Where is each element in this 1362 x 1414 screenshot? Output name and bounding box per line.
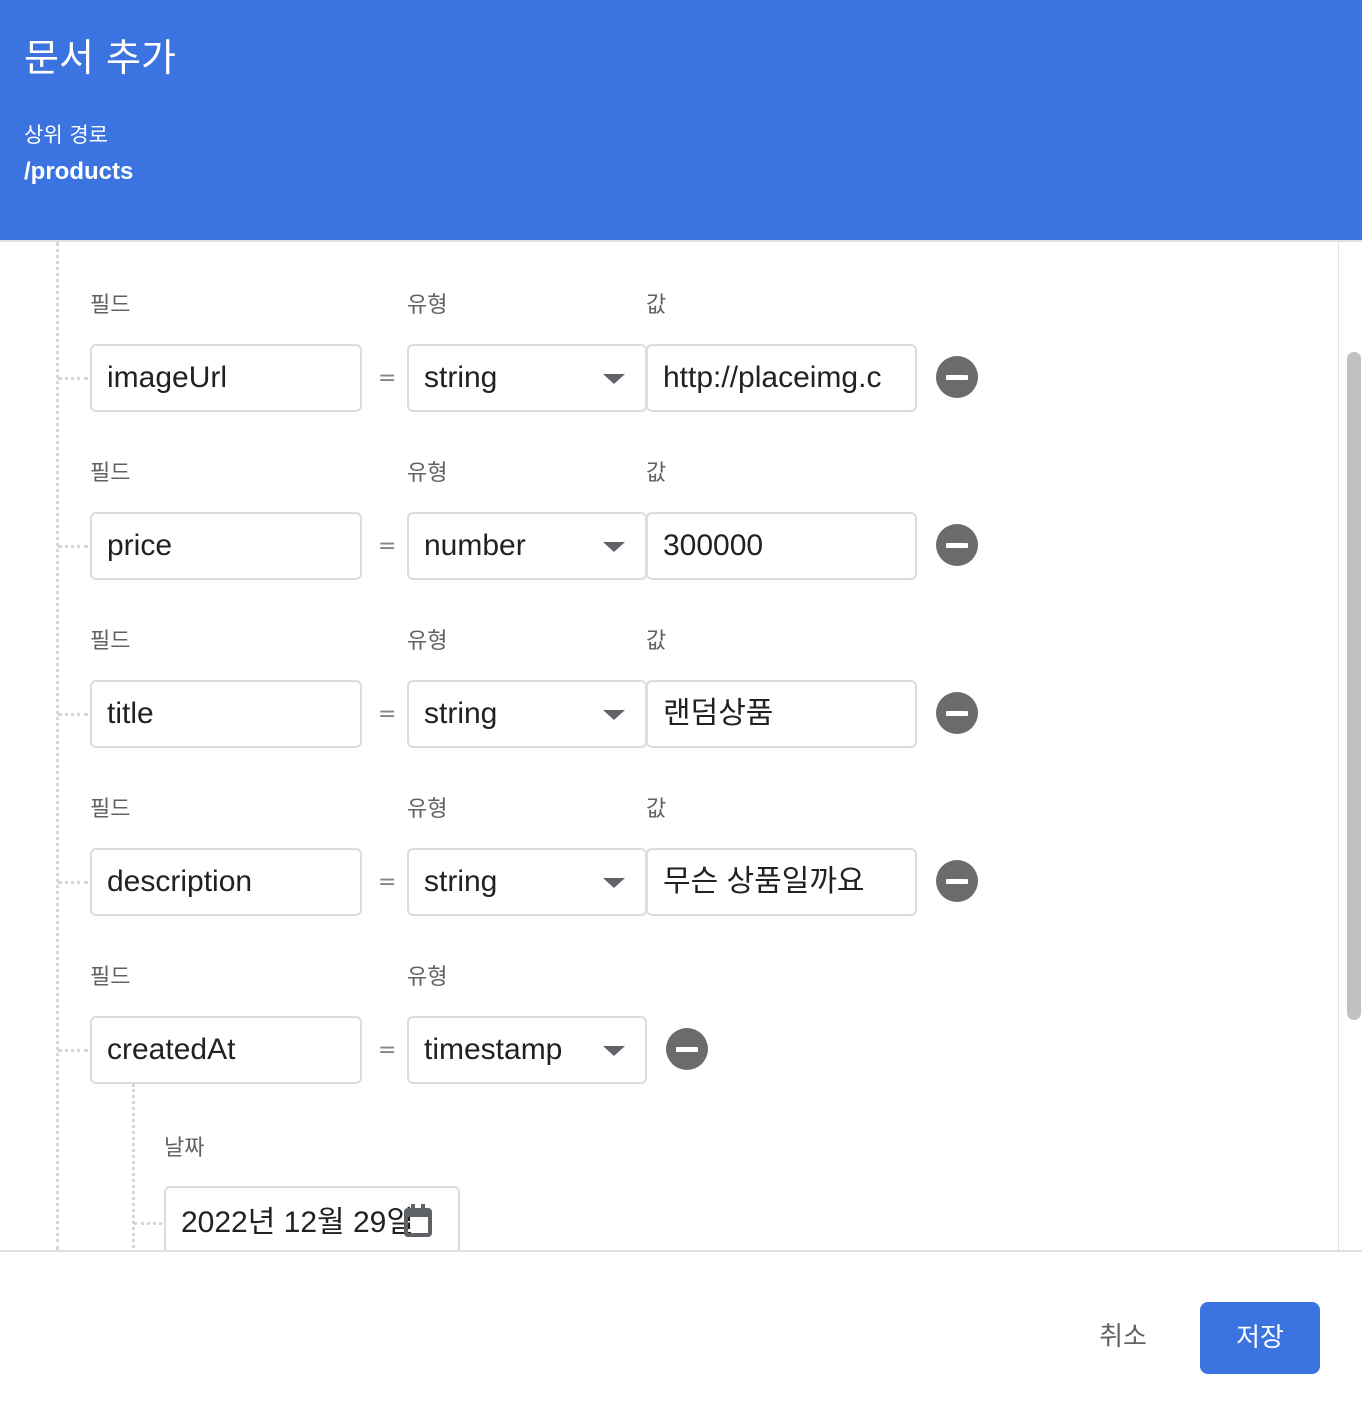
- parent-path-label: 상위 경로: [24, 123, 108, 147]
- dropdown-arrow-icon: [603, 374, 625, 384]
- type-label: 유형: [407, 629, 448, 654]
- tree-line: [56, 242, 59, 1250]
- field-name-text: description: [107, 865, 253, 898]
- field-type-select[interactable]: string: [407, 680, 647, 748]
- field-value-text: 무슨 상품일까요: [663, 865, 865, 898]
- fields-panel[interactable]: 필드 유형 값 imageUrl = string http://placeim…: [0, 242, 1338, 1250]
- field-name-input[interactable]: createdAt: [90, 1016, 362, 1084]
- remove-field-icon[interactable]: [936, 860, 978, 902]
- field-label: 필드: [90, 797, 131, 822]
- equals-sign: =: [378, 534, 397, 559]
- field-value-input[interactable]: 랜덤상품: [646, 680, 917, 748]
- equals-sign: =: [378, 870, 397, 895]
- field-label: 필드: [90, 965, 131, 990]
- tree-line-nested: [132, 1084, 135, 1250]
- tree-connector: [134, 1222, 162, 1225]
- tree-connector: [58, 377, 88, 380]
- field-name-text: imageUrl: [107, 361, 228, 394]
- value-label: 값: [646, 293, 667, 318]
- field-value-input[interactable]: http://placeimg.c: [646, 344, 917, 412]
- field-type-select[interactable]: number: [407, 512, 647, 580]
- field-name-input[interactable]: title: [90, 680, 362, 748]
- value-label: 값: [646, 629, 667, 654]
- equals-sign: =: [378, 1038, 397, 1063]
- parent-path-value: /products: [24, 158, 134, 185]
- dropdown-arrow-icon: [603, 542, 625, 552]
- field-label: 필드: [90, 461, 131, 486]
- field-name-text: title: [107, 697, 154, 730]
- dialog-title: 문서 추가: [24, 36, 176, 80]
- remove-field-icon[interactable]: [936, 692, 978, 734]
- dialog-footer: 취소 저장: [0, 1250, 1362, 1414]
- date-input[interactable]: 2022년 12월 29일: [164, 1186, 460, 1250]
- field-value-text: 랜덤상품: [663, 697, 774, 730]
- equals-sign: =: [378, 366, 397, 391]
- type-label: 유형: [407, 461, 448, 486]
- field-name-input[interactable]: price: [90, 512, 362, 580]
- tree-connector: [58, 881, 88, 884]
- field-type-select[interactable]: timestamp: [407, 1016, 647, 1084]
- scrollbar[interactable]: [1338, 242, 1362, 1250]
- remove-field-icon[interactable]: [936, 356, 978, 398]
- tree-connector: [58, 713, 88, 716]
- tree-connector: [58, 545, 88, 548]
- type-label: 유형: [407, 965, 448, 990]
- field-type-text: timestamp: [424, 1033, 563, 1066]
- field-type-text: string: [424, 361, 498, 394]
- field-type-select[interactable]: string: [407, 344, 647, 412]
- field-value-text: http://placeimg.c: [663, 361, 882, 394]
- date-label: 날짜: [164, 1136, 205, 1161]
- field-label: 필드: [90, 629, 131, 654]
- dropdown-arrow-icon: [603, 878, 625, 888]
- date-text: 2022년 12월 29일: [181, 1206, 414, 1239]
- remove-field-icon[interactable]: [936, 524, 978, 566]
- dropdown-arrow-icon: [603, 710, 625, 720]
- field-type-text: string: [424, 865, 498, 898]
- remove-field-icon[interactable]: [666, 1028, 708, 1070]
- field-label: 필드: [90, 293, 131, 318]
- calendar-icon[interactable]: [403, 1204, 433, 1238]
- scrollbar-thumb[interactable]: [1347, 352, 1361, 1020]
- cancel-button[interactable]: 취소: [1078, 1302, 1168, 1372]
- field-name-text: createdAt: [107, 1033, 236, 1066]
- dialog-header: 문서 추가 상위 경로 /products: [0, 0, 1362, 242]
- type-label: 유형: [407, 797, 448, 822]
- save-button[interactable]: 저장: [1200, 1302, 1320, 1374]
- equals-sign: =: [378, 702, 397, 727]
- value-label: 값: [646, 461, 667, 486]
- type-label: 유형: [407, 293, 448, 318]
- field-type-text: string: [424, 697, 498, 730]
- tree-connector: [58, 1049, 88, 1052]
- field-name-input[interactable]: imageUrl: [90, 344, 362, 412]
- field-name-input[interactable]: description: [90, 848, 362, 916]
- field-value-text: 300000: [663, 529, 764, 562]
- dropdown-arrow-icon: [603, 1046, 625, 1056]
- field-value-input[interactable]: 무슨 상품일까요: [646, 848, 917, 916]
- field-type-text: number: [424, 529, 526, 562]
- field-value-input[interactable]: 300000: [646, 512, 917, 580]
- field-type-select[interactable]: string: [407, 848, 647, 916]
- field-name-text: price: [107, 529, 173, 562]
- value-label: 값: [646, 797, 667, 822]
